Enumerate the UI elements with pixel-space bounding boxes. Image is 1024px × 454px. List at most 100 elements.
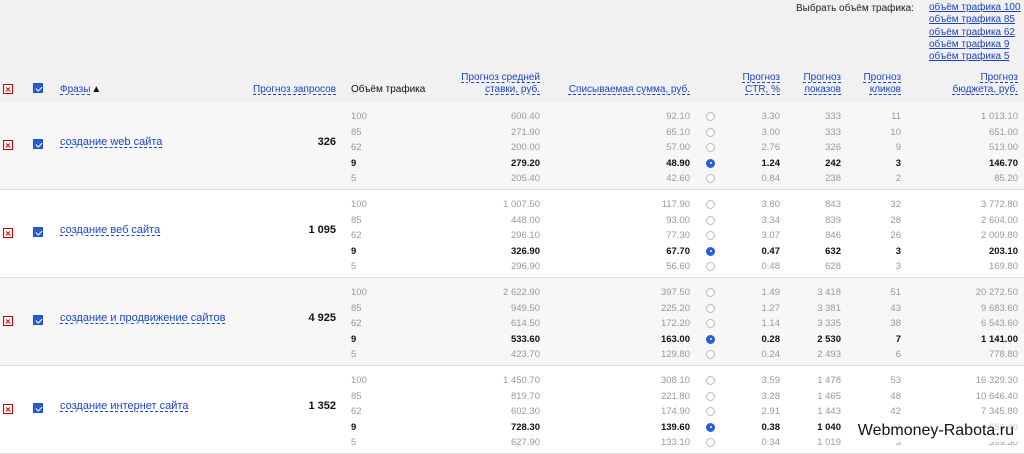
ctr-cell: 0.84	[761, 173, 781, 184]
traffic-radio[interactable]	[706, 303, 715, 313]
clicks-cell: 51	[890, 287, 901, 298]
traffic-radio[interactable]	[706, 262, 715, 271]
traffic-radio[interactable]	[706, 422, 715, 432]
impressions-cell: 333	[825, 126, 841, 138]
impressions-forecast-header[interactable]: Прогноз показов	[790, 72, 841, 95]
charged-amount-header[interactable]: Списываемая сумма, руб.	[550, 84, 690, 96]
traffic-radio[interactable]	[706, 246, 715, 256]
clicks-forecast-header[interactable]: Прогноз кликов	[850, 72, 901, 95]
sort-asc-icon: ▲	[91, 84, 102, 95]
ctr-cell: 1.49	[761, 287, 781, 298]
charge-cell: 225.20	[660, 302, 690, 314]
budget-cell: 203.10	[988, 245, 1018, 257]
ctr-forecast-header[interactable]: Прогноз CTR, %	[730, 72, 780, 95]
impressions-cell: 846	[825, 230, 841, 241]
charge-cell: 65.10	[666, 126, 690, 138]
budget-cell: 2 604.00	[981, 214, 1018, 226]
traffic-cell: 85	[351, 126, 362, 138]
traffic-radio[interactable]	[706, 127, 715, 137]
charge-cell: 174.90	[660, 406, 690, 417]
forecast-requests-header[interactable]: Прогноз запросов	[236, 84, 336, 96]
impressions-cell: 1 019	[817, 437, 841, 448]
bid-forecast-header[interactable]: Прогноз средней ставки, руб.	[430, 72, 540, 95]
bid-cell: 602.30	[510, 406, 540, 417]
charge-cell: 221.80	[660, 390, 690, 402]
bid-cell: 279.20	[510, 157, 540, 169]
clicks-cell: 48	[890, 390, 901, 402]
table-row: 62 200.00 57.00 2.76 326 9 513.00	[0, 140, 1024, 155]
impressions-cell: 2 493	[817, 349, 841, 360]
ctr-cell: 1.27	[761, 302, 781, 314]
clicks-cell: 9	[895, 142, 901, 153]
bid-cell: 728.30	[510, 421, 540, 433]
traffic-volume-header: Объём трафика	[351, 84, 426, 95]
impressions-cell: 1 465	[817, 390, 841, 402]
table-row: 85 949.50 225.20 1.27 3 381 43 9 683.60	[0, 301, 1024, 316]
ctr-cell: 0.24	[761, 349, 781, 360]
bid-cell: 627.90	[510, 437, 540, 448]
bid-forecast-header-line1: Прогноз средней	[461, 72, 540, 83]
charge-cell: 163.00	[660, 333, 690, 345]
traffic-radio[interactable]	[706, 215, 715, 225]
budget-forecast-header[interactable]: Прогноз бюджета, руб.	[920, 72, 1018, 95]
traffic-cell: 62	[351, 230, 362, 241]
table-row: 5 296.90 56.60 0.48 628 3 169.80	[0, 259, 1024, 274]
traffic-radio[interactable]	[706, 319, 715, 328]
traffic-radio[interactable]	[706, 350, 715, 359]
traffic-cell: 5	[351, 173, 357, 184]
traffic-radio[interactable]	[706, 391, 715, 401]
traffic-option-85[interactable]: объём трафика 85	[929, 14, 1021, 26]
table-row: 62 602.30 174.90 2.91 1 443 42 7 345.80	[0, 404, 1024, 419]
traffic-radio[interactable]	[706, 200, 715, 209]
impressions-cell: 333	[825, 111, 841, 122]
traffic-radio[interactable]	[706, 334, 715, 344]
ctr-header-line1: Прогноз	[742, 72, 780, 83]
impressions-cell: 3 381	[817, 302, 841, 314]
clicks-cell: 53	[890, 375, 901, 386]
traffic-radio[interactable]	[706, 174, 715, 183]
traffic-selector-links: объём трафика 100 объём трафика 85 объём…	[929, 2, 1021, 63]
traffic-radio[interactable]	[706, 288, 715, 297]
traffic-radio[interactable]	[706, 143, 715, 152]
charge-cell: 48.90	[666, 157, 690, 169]
traffic-radio[interactable]	[706, 407, 715, 416]
impressions-header-line1: Прогноз	[803, 72, 841, 83]
select-all-checkbox[interactable]	[33, 83, 43, 93]
impressions-cell: 3 418	[817, 287, 841, 298]
bid-cell: 296.90	[510, 261, 540, 272]
traffic-radio[interactable]	[706, 158, 715, 168]
traffic-option-9[interactable]: объём трафика 9	[929, 39, 1021, 51]
clicks-cell: 26	[890, 230, 901, 241]
traffic-radio[interactable]	[706, 438, 715, 447]
clicks-cell: 43	[890, 302, 901, 314]
traffic-cell: 9	[351, 245, 357, 257]
traffic-option-5[interactable]: объём трафика 5	[929, 51, 1021, 63]
traffic-radio[interactable]	[706, 231, 715, 240]
charge-cell: 77.30	[666, 230, 690, 241]
table-row: 85 448.00 93.00 3.34 839 28 2 604.00	[0, 213, 1024, 228]
delete-all-checkbox-icon[interactable]	[3, 84, 13, 94]
traffic-cell: 85	[351, 302, 362, 314]
impressions-cell: 1 040	[817, 421, 841, 433]
traffic-radio[interactable]	[706, 376, 715, 385]
table-row: 85 271.90 65.10 3.00 333 10 651.00	[0, 125, 1024, 140]
traffic-cell: 62	[351, 318, 362, 329]
phrases-column-header[interactable]: Фразы▲	[60, 84, 101, 96]
charge-cell: 93.00	[666, 214, 690, 226]
phrase-group: создание веб сайта 1 095 100 1 007.50 117.90…	[0, 190, 1024, 278]
traffic-cell: 100	[351, 199, 367, 210]
bid-cell: 1 007.50	[503, 199, 540, 210]
charge-cell: 92.10	[666, 111, 690, 122]
budget-cell: 85.20	[994, 173, 1018, 184]
budget-header-line1: Прогноз	[980, 72, 1018, 83]
phrase-group: создание web сайта 326 100 600.40 92.10 3.30 3…	[0, 102, 1024, 190]
traffic-radio[interactable]	[706, 112, 715, 121]
traffic-option-100[interactable]: объём трафика 100	[929, 2, 1021, 14]
charge-cell: 67.70	[666, 245, 690, 257]
charge-cell: 172.20	[660, 318, 690, 329]
budget-cell: 1 013.10	[981, 111, 1018, 122]
ctr-cell: 0.28	[761, 333, 781, 345]
traffic-option-62[interactable]: объём трафика 62	[929, 27, 1021, 39]
impressions-cell: 628	[825, 261, 841, 272]
clicks-cell: 2	[895, 173, 901, 184]
